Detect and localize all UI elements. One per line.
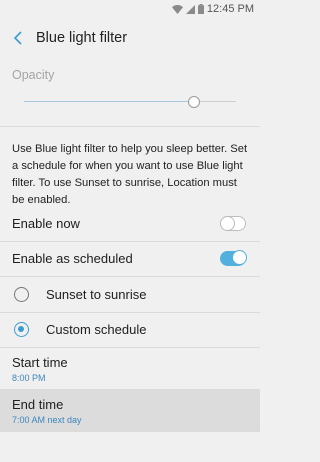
signal-icon — [185, 4, 195, 14]
sunset-radio[interactable] — [14, 286, 29, 302]
wifi-icon — [171, 4, 183, 14]
page-title: Blue light filter — [36, 30, 128, 46]
toggle-knob — [220, 215, 235, 231]
start-time-value: 8:00 PM — [12, 372, 46, 383]
enable-now-toggle[interactable] — [220, 215, 246, 231]
sunset-label: Sunset to sunrise — [46, 286, 147, 302]
enable-scheduled-row[interactable]: Enable as scheduled — [0, 242, 260, 277]
enable-now-row[interactable]: Enable now — [0, 206, 260, 242]
battery-icon — [197, 4, 204, 14]
enable-scheduled-label: Enable as scheduled — [12, 251, 133, 267]
end-time-value: 7:00 AM next day — [12, 414, 82, 425]
end-time-title: End time — [12, 396, 64, 412]
enable-scheduled-toggle[interactable] — [220, 250, 247, 267]
status-time: 12:45 PM — [206, 3, 254, 15]
status-bar: 12:45 PM — [0, 0, 260, 18]
opacity-section: Opacity — [0, 58, 260, 127]
description-text: Use Blue light filter to help you sleep … — [12, 143, 248, 206]
custom-schedule-radio[interactable] — [14, 322, 29, 338]
toggle-knob — [232, 250, 247, 266]
custom-schedule-label: Custom schedule — [46, 322, 147, 338]
opacity-label: Opacity — [12, 68, 55, 82]
opacity-slider-rest[interactable] — [200, 101, 236, 102]
sunset-to-sunrise-option[interactable]: Sunset to sunrise — [0, 277, 260, 313]
start-time-row[interactable]: Start time 8:00 PM — [0, 348, 260, 390]
app-bar: Blue light filter — [0, 18, 260, 58]
enable-now-label: Enable now — [12, 215, 80, 231]
back-arrow-icon[interactable] — [2, 18, 34, 58]
opacity-slider-thumb[interactable] — [188, 96, 200, 108]
custom-schedule-option[interactable]: Custom schedule — [0, 313, 260, 348]
start-time-title: Start time — [12, 354, 68, 370]
end-time-row[interactable]: End time 7:00 AM next day — [0, 390, 260, 432]
